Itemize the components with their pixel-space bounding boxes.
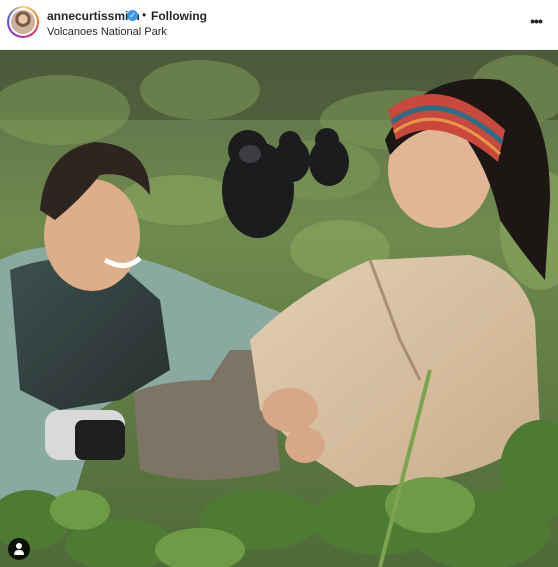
tagged-user-icon[interactable] — [8, 538, 30, 560]
following-button[interactable]: Following — [151, 9, 207, 23]
post-header: annecurtissmith ✓ • Following Volcanoes … — [0, 0, 558, 50]
more-options-icon[interactable]: ••• — [526, 13, 546, 31]
avatar-image — [11, 10, 35, 34]
tagged-user-icon-body — [14, 550, 24, 555]
username-link[interactable]: annecurtissmith — [47, 9, 140, 23]
avatar-border — [9, 8, 37, 36]
profile-avatar[interactable] — [7, 6, 39, 38]
photo-illustration — [0, 50, 558, 567]
tagged-user-icon-head — [16, 543, 22, 549]
verified-badge-icon: ✓ — [127, 10, 138, 21]
post-photo[interactable] — [0, 50, 558, 567]
separator-dot: • — [142, 8, 147, 22]
location-link[interactable]: Volcanoes National Park — [47, 26, 167, 38]
